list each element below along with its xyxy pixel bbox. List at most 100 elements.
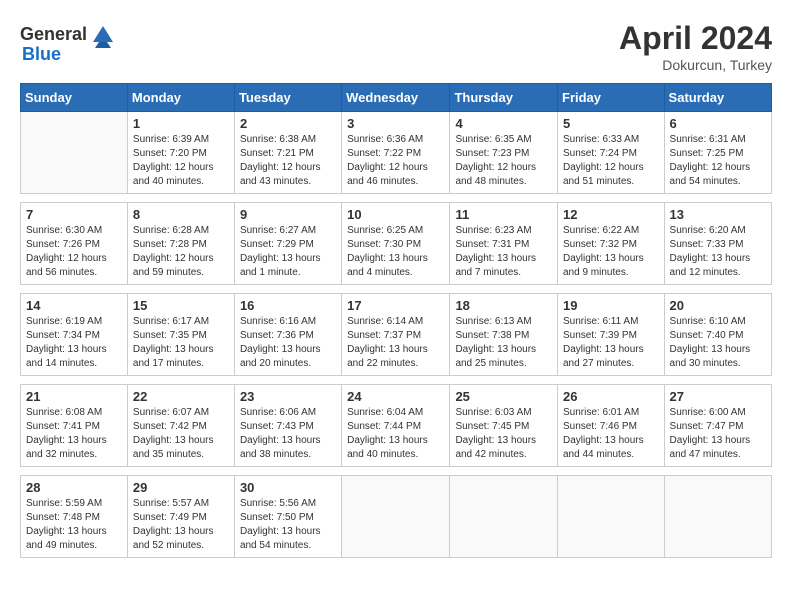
day-number: 1 [133,116,229,131]
day-number: 19 [563,298,659,313]
page-header: General Blue April 2024 Dokurcun, Turkey [20,20,772,73]
weekday-header-tuesday: Tuesday [234,84,341,112]
calendar-cell: 23Sunrise: 6:06 AMSunset: 7:43 PMDayligh… [234,385,341,467]
day-number: 18 [455,298,552,313]
calendar-cell: 1 Sunrise: 6:39 AMSunset: 7:20 PMDaylight… [127,112,234,194]
day-number: 8 [133,207,229,222]
calendar-cell: 19Sunrise: 6:11 AMSunset: 7:39 PMDayligh… [558,294,665,376]
calendar-cell: 30Sunrise: 5:56 AMSunset: 7:50 PMDayligh… [234,476,341,558]
day-info: Sunrise: 6:30 AMSunset: 7:26 PMDaylight:… [26,224,122,280]
calendar-cell [558,476,665,558]
calendar-cell: 18 Sunrise: 6:13 AMSunset: 7:38 PMDayligh… [450,294,558,376]
day-number: 7 [26,207,122,222]
calendar-cell: 25 Sunrise: 6:03 AMSunset: 7:45 PMDayligh… [450,385,558,467]
day-number: 25 [455,389,552,404]
day-info: Sunrise: 6:39 AMSunset: 7:20 PMDaylight:… [133,133,229,189]
calendar-cell: 22Sunrise: 6:07 AMSunset: 7:42 PMDayligh… [127,385,234,467]
day-info: Sunrise: 6:03 AMSunset: 7:45 PMDaylight:… [455,406,552,462]
day-info: Sunrise: 6:23 AMSunset: 7:31 PMDaylight:… [455,224,552,280]
day-info: Sunrise: 6:00 AMSunset: 7:47 PMDaylight:… [670,406,766,462]
calendar-cell: 21 Sunrise: 6:08 AMSunset: 7:41 PMDayligh… [21,385,128,467]
weekday-header-friday: Friday [558,84,665,112]
logo-blue-text: Blue [22,44,61,65]
row-spacer [21,194,772,203]
calendar-cell: 8Sunrise: 6:28 AMSunset: 7:28 PMDaylight… [127,203,234,285]
day-number: 2 [240,116,336,131]
day-number: 13 [670,207,766,222]
day-number: 10 [347,207,444,222]
calendar-cell: 5Sunrise: 6:33 AMSunset: 7:24 PMDaylight… [558,112,665,194]
calendar-cell: 14Sunrise: 6:19 AMSunset: 7:34 PMDayligh… [21,294,128,376]
day-number: 9 [240,207,336,222]
logo: General Blue [20,20,117,65]
weekday-header-thursday: Thursday [450,84,558,112]
day-number: 3 [347,116,444,131]
calendar-cell [450,476,558,558]
day-info: Sunrise: 6:13 AMSunset: 7:38 PMDaylight:… [455,315,552,371]
weekday-header-monday: Monday [127,84,234,112]
calendar-cell: 28Sunrise: 5:59 AMSunset: 7:48 PMDayligh… [21,476,128,558]
day-number: 20 [670,298,766,313]
spacer-cell [21,376,772,385]
day-info: Sunrise: 6:27 AMSunset: 7:29 PMDaylight:… [240,224,336,280]
day-info: Sunrise: 6:25 AMSunset: 7:30 PMDaylight:… [347,224,444,280]
day-info: Sunrise: 6:01 AMSunset: 7:46 PMDaylight:… [563,406,659,462]
day-number: 21 [26,389,122,404]
calendar-cell: 20 Sunrise: 6:10 AMSunset: 7:40 PMDayligh… [664,294,771,376]
weekday-header-saturday: Saturday [664,84,771,112]
calendar-table: SundayMondayTuesdayWednesdayThursdayFrid… [20,83,772,558]
day-number: 11 [455,207,552,222]
calendar-cell: 4 Sunrise: 6:35 AMSunset: 7:23 PMDaylight… [450,112,558,194]
spacer-cell [21,467,772,476]
day-info: Sunrise: 6:04 AMSunset: 7:44 PMDaylight:… [347,406,444,462]
calendar-cell: 29 Sunrise: 5:57 AMSunset: 7:49 PMDayligh… [127,476,234,558]
day-number: 6 [670,116,766,131]
calendar-cell: 16 Sunrise: 6:16 AMSunset: 7:36 PMDayligh… [234,294,341,376]
spacer-cell [21,285,772,294]
day-info: Sunrise: 6:08 AMSunset: 7:41 PMDaylight:… [26,406,122,462]
calendar-cell: 24Sunrise: 6:04 AMSunset: 7:44 PMDayligh… [342,385,450,467]
weekday-header-row: SundayMondayTuesdayWednesdayThursdayFrid… [21,84,772,112]
calendar-cell: 10 Sunrise: 6:25 AMSunset: 7:30 PMDayligh… [342,203,450,285]
day-number: 27 [670,389,766,404]
day-number: 15 [133,298,229,313]
calendar-cell: 11 Sunrise: 6:23 AMSunset: 7:31 PMDayligh… [450,203,558,285]
calendar-week-row: 1 Sunrise: 6:39 AMSunset: 7:20 PMDaylight… [21,112,772,194]
day-number: 5 [563,116,659,131]
day-number: 4 [455,116,552,131]
day-number: 30 [240,480,336,495]
calendar-week-row: 14Sunrise: 6:19 AMSunset: 7:34 PMDayligh… [21,294,772,376]
calendar-cell: 9 Sunrise: 6:27 AMSunset: 7:29 PMDaylight… [234,203,341,285]
calendar-cell: 26 Sunrise: 6:01 AMSunset: 7:46 PMDayligh… [558,385,665,467]
day-info: Sunrise: 6:16 AMSunset: 7:36 PMDaylight:… [240,315,336,371]
calendar-cell [21,112,128,194]
day-info: Sunrise: 6:10 AMSunset: 7:40 PMDaylight:… [670,315,766,371]
logo-general-text: General [20,24,87,45]
calendar-cell: 3 Sunrise: 6:36 AMSunset: 7:22 PMDaylight… [342,112,450,194]
calendar-cell [342,476,450,558]
location-subtitle: Dokurcun, Turkey [619,57,772,73]
day-info: Sunrise: 6:22 AMSunset: 7:32 PMDaylight:… [563,224,659,280]
weekday-header-wednesday: Wednesday [342,84,450,112]
day-info: Sunrise: 6:36 AMSunset: 7:22 PMDaylight:… [347,133,444,189]
day-number: 16 [240,298,336,313]
day-info: Sunrise: 6:31 AMSunset: 7:25 PMDaylight:… [670,133,766,189]
day-info: Sunrise: 6:35 AMSunset: 7:23 PMDaylight:… [455,133,552,189]
calendar-cell: 12 Sunrise: 6:22 AMSunset: 7:32 PMDayligh… [558,203,665,285]
day-number: 23 [240,389,336,404]
calendar-cell: 7 Sunrise: 6:30 AMSunset: 7:26 PMDaylight… [21,203,128,285]
day-info: Sunrise: 6:19 AMSunset: 7:34 PMDaylight:… [26,315,122,371]
spacer-cell [21,194,772,203]
day-info: Sunrise: 5:59 AMSunset: 7:48 PMDaylight:… [26,497,122,553]
calendar-cell: 17Sunrise: 6:14 AMSunset: 7:37 PMDayligh… [342,294,450,376]
day-info: Sunrise: 5:57 AMSunset: 7:49 PMDaylight:… [133,497,229,553]
day-number: 12 [563,207,659,222]
calendar-cell: 27 Sunrise: 6:00 AMSunset: 7:47 PMDayligh… [664,385,771,467]
title-section: April 2024 Dokurcun, Turkey [619,20,772,73]
day-number: 26 [563,389,659,404]
row-spacer [21,376,772,385]
day-info: Sunrise: 6:14 AMSunset: 7:37 PMDaylight:… [347,315,444,371]
day-number: 29 [133,480,229,495]
logo-icon [89,20,117,48]
calendar-cell: 6 Sunrise: 6:31 AMSunset: 7:25 PMDaylight… [664,112,771,194]
